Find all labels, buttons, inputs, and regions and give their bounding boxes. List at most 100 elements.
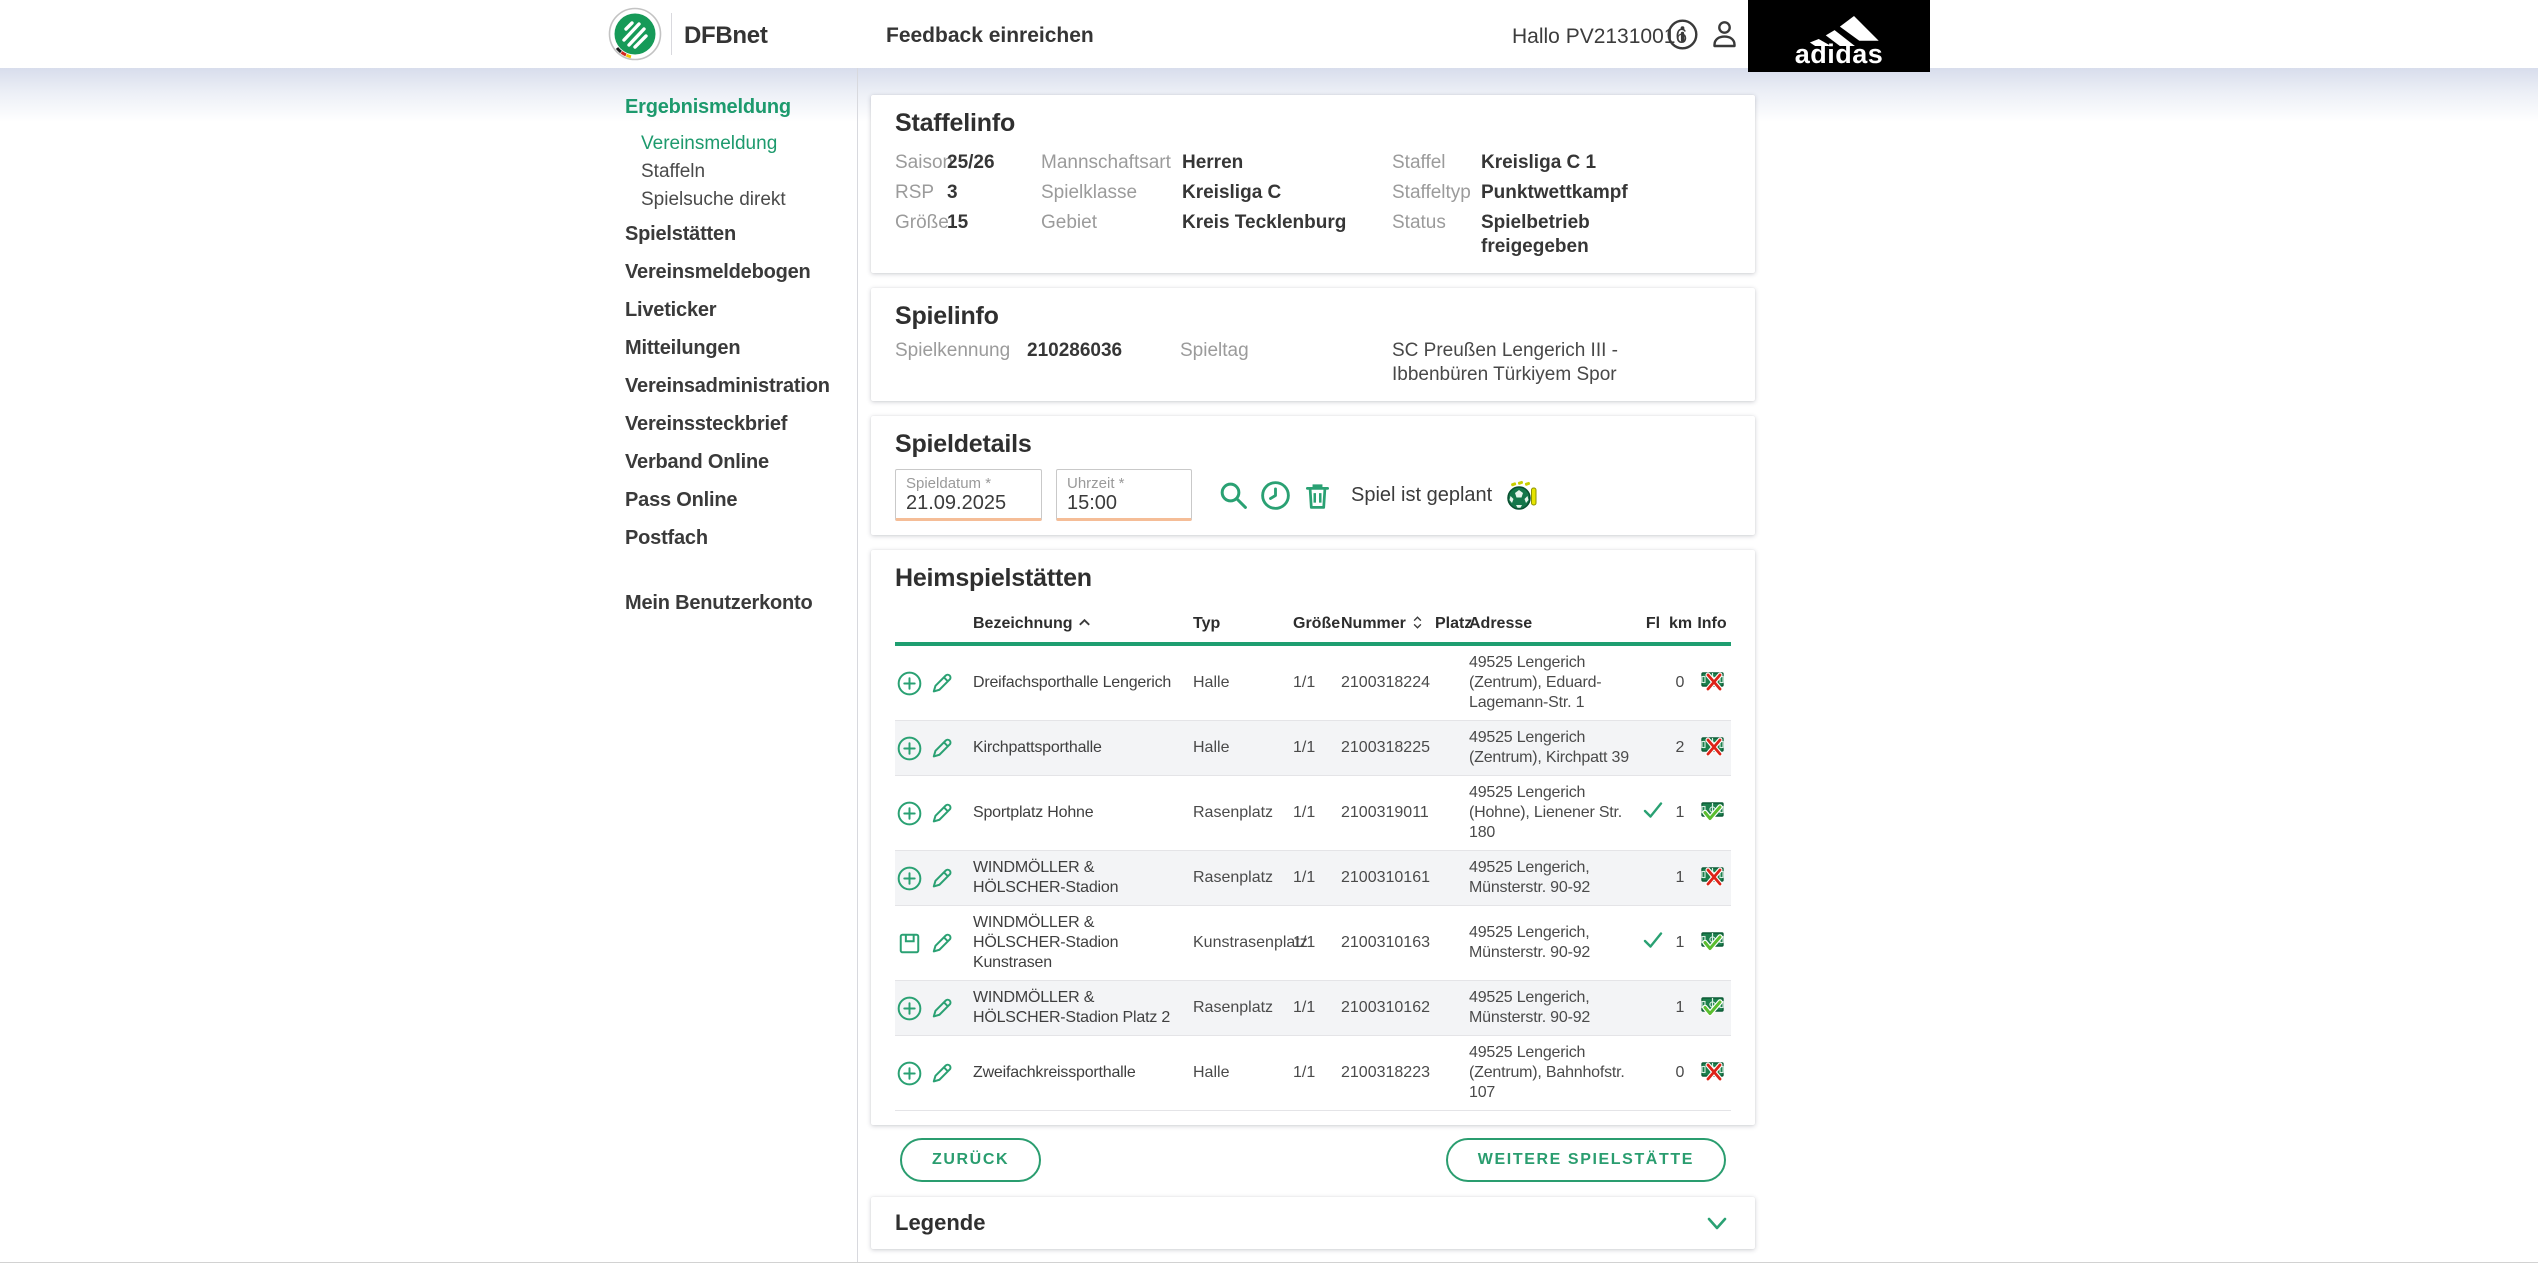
field-value: Punktwettkampf <box>1481 182 1628 203</box>
col-fl: Fl <box>1639 607 1667 646</box>
sidebar-item-verband-online[interactable]: Verband Online <box>625 451 857 474</box>
add-venue-icon[interactable] <box>897 866 922 891</box>
venue-row: WINDMÖLLER & HÖLSCHER-Stadion Rasenplatz… <box>895 850 1731 906</box>
field-label: Staffeltyp <box>1392 182 1471 203</box>
venue-info-ok-icon[interactable] <box>1700 800 1725 821</box>
dfbnet-app: DFBnet Feedback einreichen Hallo PV21310… <box>0 0 2538 1265</box>
col-info: Info <box>1693 607 1731 646</box>
venue-row: Kirchpattsporthalle Halle 1/1 2100318225… <box>895 720 1731 776</box>
uhrzeit-label: Uhrzeit * <box>1067 475 1125 492</box>
field-label: Saison <box>895 152 954 173</box>
sort-updown-icon[interactable] <box>1410 615 1425 630</box>
edit-venue-icon[interactable] <box>929 671 954 696</box>
legend-card[interactable]: Legende <box>871 1197 1755 1249</box>
brand-divider <box>671 13 672 55</box>
field-value: Kreisliga C 1 <box>1481 152 1597 173</box>
trash-icon[interactable] <box>1302 480 1333 511</box>
spielinfo-grid: Spielkennung 210286036 Spieltag SC Preuß… <box>895 339 1731 387</box>
floodlight-check-icon <box>1642 929 1664 951</box>
field-value: Kreis Tecklenburg <box>1182 212 1347 233</box>
floodlight-check-icon <box>1642 799 1664 821</box>
sidebar-nav: Ergebnismeldung Vereinsmeldung Staffeln … <box>595 68 858 1262</box>
spielinfo-title: Spielinfo <box>895 302 999 330</box>
add-venue-button[interactable]: WEITERE SPIELSTÄTTE <box>1445 1138 1726 1182</box>
field-value: Kreisliga C <box>1182 182 1282 203</box>
venue-row: WINDMÖLLER & HÖLSCHER-Stadion Kunstrasen… <box>895 906 1731 981</box>
info-icon[interactable] <box>1666 18 1699 51</box>
field-value: Herren <box>1182 152 1244 173</box>
venue-info-error-icon[interactable] <box>1700 735 1725 756</box>
edit-venue-icon[interactable] <box>929 801 954 826</box>
add-venue-icon[interactable] <box>897 671 922 696</box>
sidebar-item-vereinsadministration[interactable]: Vereinsadministration <box>625 375 857 398</box>
spieldatum-input[interactable] <box>906 492 1031 515</box>
venue-row: Sportplatz Hohne Rasenplatz 1/1 21003190… <box>895 776 1731 851</box>
adidas-logo: adidas <box>1748 0 1930 72</box>
field-label: Staffel <box>1392 152 1446 173</box>
edit-venue-icon[interactable] <box>929 736 954 761</box>
add-venue-icon[interactable] <box>897 1061 922 1086</box>
venue-info-error-icon[interactable] <box>1700 1060 1725 1081</box>
spieldetails-row: Spieldatum * Uhrzeit * Spiel ist geplant <box>895 469 1731 521</box>
action-button-row: ZURÜCK WEITERE SPIELSTÄTTE <box>871 1138 1755 1182</box>
venues-title: Heimspielstätten <box>895 564 1092 592</box>
field-label: Gebiet <box>1041 212 1097 233</box>
app-header: DFBnet Feedback einreichen Hallo PV21310… <box>0 0 2538 72</box>
sidebar-item-pass-online[interactable]: Pass Online <box>625 489 857 512</box>
sidebar-item-mitteilungen[interactable]: Mitteilungen <box>625 337 857 360</box>
add-venue-icon[interactable] <box>897 736 922 761</box>
user-account-icon[interactable] <box>1708 18 1741 51</box>
match-status-text: Spiel ist geplant <box>1351 483 1493 506</box>
save-venue-icon[interactable] <box>897 931 922 956</box>
uhrzeit-input[interactable] <box>1067 492 1181 515</box>
col-bezeichnung[interactable]: Bezeichnung <box>971 607 1191 646</box>
spieltag-label: Spieltag <box>1180 340 1249 361</box>
venues-card: Heimspielstätten Bezeichnung Typ Größe N… <box>871 550 1755 1125</box>
spieldatum-field[interactable]: Spieldatum * <box>895 469 1042 521</box>
venue-info-ok-icon[interactable] <box>1700 930 1725 951</box>
add-venue-icon[interactable] <box>897 996 922 1021</box>
sidebar-item-ergebnismeldung[interactable]: Ergebnismeldung <box>625 96 857 119</box>
user-greeting: Hallo PV21310016 <box>1512 25 1688 48</box>
venue-row: WINDMÖLLER & HÖLSCHER-Stadion Platz 2 Ra… <box>895 980 1731 1036</box>
sidebar-item-mein-benutzerkonto[interactable]: Mein Benutzerkonto <box>625 592 857 615</box>
edit-venue-icon[interactable] <box>929 931 954 956</box>
spieldetails-card: Spieldetails Spieldatum * Uhrzeit * Spie… <box>871 416 1755 535</box>
field-label: Status <box>1392 212 1446 233</box>
sidebar-item-staffeln[interactable]: Staffeln <box>641 162 857 181</box>
sort-asc-icon[interactable] <box>1077 615 1092 630</box>
venues-table: Bezeichnung Typ Größe Nummer Platz Adres… <box>895 607 1731 1111</box>
main-content: Staffelinfo Saison 25/26 Mannschaftsart … <box>858 68 1755 1264</box>
match-planned-ball-icon <box>1504 480 1540 511</box>
sidebar-item-vereinssteckbrief[interactable]: Vereinssteckbrief <box>625 413 857 436</box>
col-platz: Platz <box>1433 607 1472 646</box>
col-nummer[interactable]: Nummer <box>1339 607 1433 646</box>
venues-header-row: Bezeichnung Typ Größe Nummer Platz Adres… <box>895 607 1731 646</box>
edit-venue-icon[interactable] <box>929 866 954 891</box>
venue-info-ok-icon[interactable] <box>1700 995 1725 1016</box>
clock-icon[interactable] <box>1260 480 1291 511</box>
feedback-link[interactable]: Feedback einreichen <box>886 24 1094 48</box>
spieldatum-label: Spieldatum * <box>906 475 992 492</box>
venue-info-error-icon[interactable] <box>1700 670 1725 691</box>
venue-info-error-icon[interactable] <box>1700 865 1725 886</box>
col-typ: Typ <box>1191 607 1291 646</box>
sidebar-item-liveticker[interactable]: Liveticker <box>625 299 857 322</box>
sidebar-item-vereinsmeldung[interactable]: Vereinsmeldung <box>641 134 857 153</box>
add-venue-icon[interactable] <box>897 801 922 826</box>
sidebar-item-spielsuche-direkt[interactable]: Spielsuche direkt <box>641 190 857 209</box>
edit-venue-icon[interactable] <box>929 1061 954 1086</box>
edit-venue-icon[interactable] <box>929 996 954 1021</box>
spielkennung-value: 210286036 <box>1027 340 1123 361</box>
search-icon[interactable] <box>1218 480 1249 511</box>
sidebar-item-postfach[interactable]: Postfach <box>625 527 857 550</box>
col-groesse: Größe <box>1291 607 1340 646</box>
sidebar-item-vereinsmeldebogen[interactable]: Vereinsmeldebogen <box>625 261 857 284</box>
col-km: km <box>1667 607 1693 646</box>
back-button[interactable]: ZURÜCK <box>900 1138 1042 1182</box>
sidebar-item-spielstaetten[interactable]: Spielstätten <box>625 223 857 246</box>
staffelinfo-grid: Saison 25/26 Mannschaftsart Herren Staff… <box>895 148 1731 259</box>
chevron-down-icon[interactable] <box>1703 1209 1731 1237</box>
uhrzeit-field[interactable]: Uhrzeit * <box>1056 469 1192 521</box>
spieldetails-title: Spieldetails <box>895 430 1032 458</box>
